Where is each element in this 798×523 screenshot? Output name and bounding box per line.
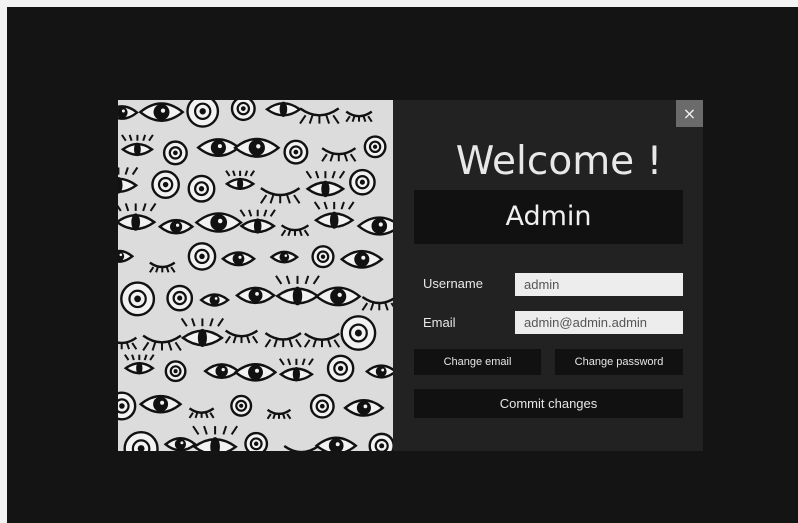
eyes-pattern-image [118, 100, 393, 451]
eyes-pattern-image [118, 100, 393, 451]
eye-doodle [314, 286, 362, 307]
eye-doodle [361, 296, 393, 311]
eye-doodle [196, 138, 241, 158]
eye-doodle [180, 317, 224, 347]
eye-doodle [118, 202, 157, 231]
user-display-name: Admin [414, 190, 683, 244]
eye-doodle [283, 139, 309, 165]
eye-doodle [363, 135, 387, 159]
change-password-button[interactable]: Change password [555, 349, 683, 375]
eye-doodle [203, 363, 241, 380]
eye-doodle [187, 242, 217, 271]
eye-doodle [321, 147, 357, 162]
eye-doodle [233, 363, 278, 382]
eye-doodle [313, 201, 355, 229]
close-icon: × [682, 104, 697, 123]
eye-doodle [220, 251, 257, 267]
eye-doodle [157, 218, 195, 235]
eye-doodle [266, 408, 292, 420]
change-email-button[interactable]: Change email [414, 349, 541, 375]
eye-doodle [118, 249, 135, 263]
eye-doodle [364, 364, 393, 379]
eye-doodle [368, 432, 393, 451]
eye-doodle [151, 170, 180, 199]
eye-doodle [340, 315, 377, 351]
eye-doodle [349, 168, 376, 196]
profile-modal: × Welcome ! Admin Username Email Change … [118, 100, 703, 451]
eye-doodle [118, 105, 139, 120]
eye-doodle [299, 107, 340, 125]
eye-doodle [199, 293, 230, 307]
commit-changes-button[interactable]: Commit changes [414, 389, 683, 418]
eye-doodle [123, 430, 159, 451]
eye-doodle [269, 250, 300, 264]
eye-doodle [187, 174, 216, 203]
eye-doodle [194, 212, 243, 233]
eye-doodle [264, 332, 302, 348]
eye-doodle [224, 329, 259, 344]
username-field[interactable] [515, 273, 683, 296]
eye-doodle [305, 170, 346, 198]
eye-doodle [264, 100, 302, 117]
eye-doodle [192, 425, 238, 451]
eye-doodle [138, 102, 185, 122]
eye-doodle [230, 394, 253, 417]
email-field[interactable] [515, 311, 683, 334]
eye-doodle [164, 360, 187, 383]
eye-doodle [303, 332, 341, 348]
eye-doodle [283, 445, 320, 451]
eye-doodle [142, 334, 182, 351]
eye-doodle [123, 354, 155, 375]
eye-doodle [138, 394, 183, 414]
eye-doodle [356, 216, 393, 236]
eye-doodle [118, 391, 137, 421]
eye-doodle [239, 209, 276, 234]
eye-doodle [233, 137, 281, 158]
eye-doodle [244, 431, 269, 451]
eye-doodle [345, 110, 373, 123]
eye-doodle [311, 245, 335, 269]
overlay-backdrop: × Welcome ! Admin Username Email Change … [7, 7, 798, 523]
email-label: Email [423, 315, 456, 330]
eye-doodle [280, 224, 310, 237]
username-label: Username [423, 276, 483, 291]
eye-doodle [186, 100, 220, 128]
welcome-heading: Welcome ! [455, 139, 663, 184]
eye-doodle [118, 336, 138, 350]
eye-doodle [260, 187, 301, 204]
eye-doodle [188, 407, 215, 419]
eye-doodle [275, 275, 320, 306]
eye-doodle [120, 281, 156, 317]
eye-doodle [343, 399, 385, 417]
eye-doodle [230, 100, 256, 122]
eye-doodle [314, 436, 358, 451]
eye-doodle [120, 134, 154, 157]
eye-doodle [224, 170, 256, 191]
close-button[interactable]: × [676, 100, 703, 127]
eye-doodle [118, 166, 139, 194]
eye-doodle [166, 284, 194, 312]
eye-doodle [162, 140, 188, 166]
eye-doodle [278, 358, 314, 382]
eye-doodle [149, 261, 176, 273]
eye-doodle [309, 393, 335, 419]
eye-doodle [163, 437, 198, 451]
eye-doodle [235, 286, 276, 305]
eye-doodle [326, 354, 355, 383]
eye-doodle [339, 249, 384, 269]
